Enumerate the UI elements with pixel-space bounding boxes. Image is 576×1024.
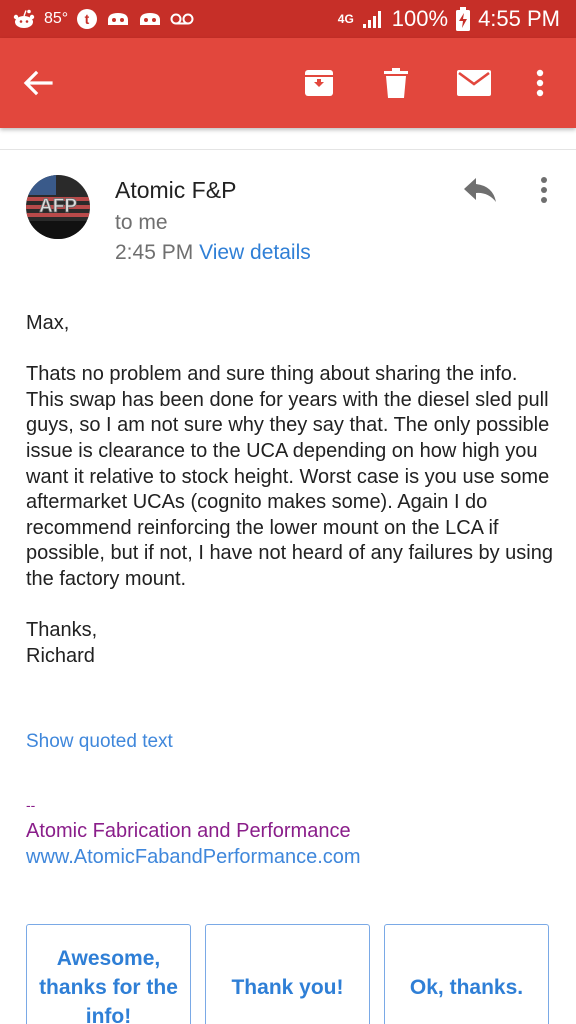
reply-icon	[464, 178, 496, 202]
view-details-link[interactable]: View details	[199, 241, 311, 264]
closing: Thanks,	[26, 619, 98, 642]
back-arrow-icon	[23, 70, 53, 96]
smart-reply-button[interactable]: Ok, thanks.	[384, 924, 549, 1024]
message-more-button[interactable]	[524, 170, 564, 210]
clock: 4:55 PM	[478, 6, 560, 31]
archive-button[interactable]	[292, 56, 346, 110]
signature-website-link[interactable]: www.AtomicFabandPerformance.com	[26, 846, 361, 869]
network-type: 4G	[337, 11, 354, 26]
more-options-button[interactable]	[513, 56, 567, 110]
reply-button[interactable]	[458, 170, 502, 210]
message-time: 2:45 PM	[115, 241, 194, 264]
voicemail-icon	[170, 12, 194, 26]
avatar-logo-icon: AFP	[26, 175, 90, 239]
smart-reply-button[interactable]: Awesome, thanks for the info!	[26, 924, 191, 1024]
divider	[0, 149, 576, 150]
signal-icon	[362, 9, 384, 29]
cast-icon	[106, 10, 130, 28]
cast-icon	[138, 10, 162, 28]
message-body: Max, Thats no problem and sure thing abo…	[26, 311, 556, 669]
greeting: Max,	[26, 312, 70, 334]
recipient: to me	[115, 211, 168, 234]
svg-text:t: t	[85, 11, 90, 27]
more-vert-icon	[536, 69, 544, 97]
battery-charging-icon	[456, 7, 471, 31]
app-bar	[0, 38, 576, 128]
tumblr-icon: t	[76, 8, 98, 30]
network-indicator: 4G	[337, 11, 354, 26]
signature-separator: --	[26, 797, 36, 813]
smart-reply-button[interactable]: Thank you!	[205, 924, 370, 1024]
signature-company: Atomic Fabrication and Performance	[26, 820, 351, 842]
delete-button[interactable]	[369, 56, 423, 110]
svg-text:AFP: AFP	[39, 196, 77, 217]
sender-name: Atomic F&P	[115, 177, 237, 203]
back-button[interactable]	[11, 56, 65, 110]
show-quoted-text-link[interactable]: Show quoted text	[26, 731, 173, 753]
message-paragraph: Thats no problem and sure thing about sh…	[26, 363, 553, 590]
message-timeline: 2:45 PM View details	[115, 241, 311, 265]
archive-icon	[305, 70, 333, 96]
more-vert-icon	[541, 177, 547, 203]
signature-name: Richard	[26, 644, 95, 667]
avatar[interactable]: AFP	[26, 175, 90, 239]
reddit-icon	[12, 9, 36, 29]
mark-unread-icon	[457, 70, 491, 96]
battery-percent: 100%	[391, 6, 449, 31]
temperature: 85°	[44, 10, 69, 27]
status-bar: 85° t 4G 100% 4:55 PM	[0, 0, 576, 38]
mark-unread-button[interactable]	[447, 56, 501, 110]
delete-icon	[384, 68, 408, 98]
